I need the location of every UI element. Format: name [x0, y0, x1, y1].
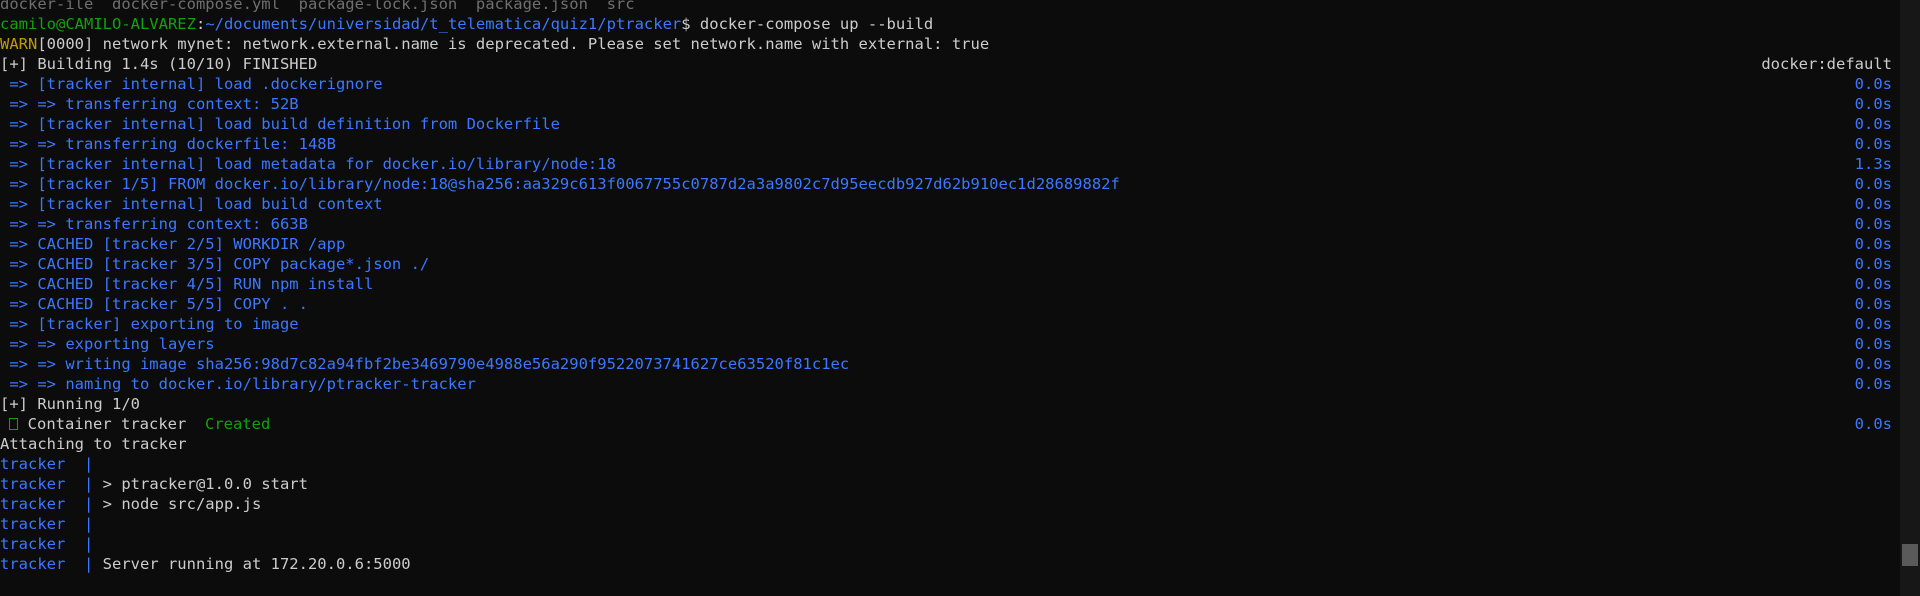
build-step-text: => CACHED [tracker 5/5] COPY . .: [0, 295, 308, 313]
build-step: => CACHED [tracker 3/5] COPY package*.js…: [0, 254, 1892, 274]
log-separator: |: [65, 475, 103, 493]
log-service: tracker: [0, 515, 66, 533]
attaching-line: Attaching to tracker: [0, 434, 1892, 454]
build-step-time: 0.0s: [1854, 255, 1892, 273]
log-message: > node src/app.js: [102, 495, 262, 513]
log-service: tracker: [0, 535, 66, 553]
log-separator: |: [65, 515, 103, 533]
attaching-text: Attaching to tracker: [0, 435, 187, 453]
build-step: => [tracker internal] load .dockerignore…: [0, 74, 1892, 94]
build-step-text: => => transferring context: 663B: [0, 215, 308, 233]
warn-message: [0000] network mynet: network.external.n…: [37, 35, 990, 53]
build-step-time: 0.0s: [1854, 375, 1892, 393]
container-line: Container tracker Created 0.0s: [0, 414, 1892, 434]
log-line: tracker |: [0, 454, 1892, 474]
running-status: [+] Running 1/0: [0, 395, 140, 413]
build-step-text: => CACHED [tracker 3/5] COPY package*.js…: [0, 255, 430, 273]
scrollbar-thumb[interactable]: [1902, 544, 1918, 566]
build-step-time: 0.0s: [1854, 315, 1892, 333]
build-step-time: 0.0s: [1854, 135, 1892, 153]
log-line: tracker | > ptracker@1.0.0 start: [0, 474, 1892, 494]
vertical-scrollbar[interactable]: [1900, 0, 1920, 596]
build-step: => => transferring dockerfile: 148B 0.0s: [0, 134, 1892, 154]
build-step: => => transferring context: 52B 0.0s: [0, 94, 1892, 114]
build-step-text: => => naming to docker.io/library/ptrack…: [0, 375, 476, 393]
build-step-text: => [tracker internal] load build context: [0, 195, 383, 213]
container-label: Container tracker: [0, 415, 205, 433]
build-step-time: 0.0s: [1854, 175, 1892, 193]
log-service: tracker: [0, 475, 66, 493]
build-step-text: => CACHED [tracker 4/5] RUN npm install: [0, 275, 374, 293]
container-name: Container tracker: [18, 415, 205, 433]
build-step-text: => => transferring dockerfile: 148B: [0, 135, 336, 153]
build-step-time: 0.0s: [1854, 95, 1892, 113]
build-step-time: 0.0s: [1854, 275, 1892, 293]
build-step-time: 0.0s: [1854, 295, 1892, 313]
log-separator: |: [65, 535, 103, 553]
warn-line: WARN[0000] network mynet: network.extern…: [0, 34, 1892, 54]
build-step: => => exporting layers 0.0s: [0, 334, 1892, 354]
log-service: tracker: [0, 495, 66, 513]
build-step-time: 0.0s: [1854, 355, 1892, 373]
build-step-time: 0.0s: [1854, 195, 1892, 213]
build-step: => [tracker internal] load metadata for …: [0, 154, 1892, 174]
log-service: tracker: [0, 455, 66, 473]
build-step: => => transferring context: 663B 0.0s: [0, 214, 1892, 234]
build-step: => CACHED [tracker 5/5] COPY . . 0.0s: [0, 294, 1892, 314]
build-step-text: => [tracker internal] load metadata for …: [0, 155, 616, 173]
build-step: => => writing image sha256:98d7c82a94fbf…: [0, 354, 1892, 374]
build-step-time: 0.0s: [1854, 75, 1892, 93]
build-step: => [tracker internal] load build definit…: [0, 114, 1892, 134]
prompt-path: ~/documents/universidad/t_telematica/qui…: [205, 15, 682, 33]
terminal-window[interactable]: docker-ile docker-compose.yml package-lo…: [0, 0, 1920, 596]
log-message: Server running at 172.20.0.6:5000: [102, 555, 411, 573]
log-separator: |: [65, 495, 103, 513]
build-step-time: 0.0s: [1854, 115, 1892, 133]
build-step-time: 1.3s: [1854, 155, 1892, 173]
log-message: > ptracker@1.0.0 start: [102, 475, 308, 493]
build-step-text: => [tracker] exporting to image: [0, 315, 299, 333]
build-step-text: => [tracker internal] load build definit…: [0, 115, 560, 133]
build-step-text: => => writing image sha256:98d7c82a94fbf…: [0, 355, 850, 373]
running-line: [+] Running 1/0: [0, 394, 1892, 414]
log-service: tracker: [0, 555, 66, 573]
container-time: 0.0s: [1854, 415, 1892, 433]
build-step: => CACHED [tracker 2/5] WORKDIR /app 0.0s: [0, 234, 1892, 254]
building-line: [+] Building 1.4s (10/10) FINISHED docker…: [0, 54, 1892, 74]
container-status: Created: [204, 415, 271, 433]
log-line: tracker |: [0, 514, 1892, 534]
build-step-text: => => exporting layers: [0, 335, 215, 353]
log-line: tracker | > node src/app.js: [0, 494, 1892, 514]
log-line: tracker |: [0, 534, 1892, 554]
prompt-user-host: camilo@CAMILO-ALVAREZ: [0, 15, 196, 33]
log-separator: |: [65, 455, 103, 473]
prompt-line: camilo@CAMILO-ALVAREZ:~/documents/univer…: [0, 14, 1892, 34]
build-step-time: 0.0s: [1854, 235, 1892, 253]
terminal-output: docker-ile docker-compose.yml package-lo…: [0, 0, 1892, 574]
build-step: => [tracker internal] load build context…: [0, 194, 1892, 214]
warn-label: WARN: [0, 35, 38, 53]
log-line: tracker | Server running at 172.20.0.6:5…: [0, 554, 1892, 574]
prompt-colon: :: [195, 15, 206, 33]
build-step: => CACHED [tracker 4/5] RUN npm install 0…: [0, 274, 1892, 294]
build-step-time: 0.0s: [1854, 335, 1892, 353]
build-step: => => naming to docker.io/library/ptrack…: [0, 374, 1892, 394]
prompt-symbol: $: [681, 15, 691, 33]
previous-output-text: docker-ile docker-compose.yml package-lo…: [0, 0, 635, 13]
build-step-text: => CACHED [tracker 2/5] WORKDIR /app: [0, 235, 346, 253]
previous-output-line: docker-ile docker-compose.yml package-lo…: [0, 0, 1892, 14]
check-icon: [9, 418, 19, 430]
build-step: => [tracker 1/5] FROM docker.io/library/…: [0, 174, 1892, 194]
build-step: => [tracker] exporting to image 0.0s: [0, 314, 1892, 334]
log-separator: |: [65, 555, 103, 573]
build-step-text: => [tracker internal] load .dockerignore: [0, 75, 383, 93]
building-status: [+] Building 1.4s (10/10) FINISHED: [0, 55, 318, 73]
build-step-text: => [tracker 1/5] FROM docker.io/library/…: [0, 175, 1120, 193]
build-step-text: => => transferring context: 52B: [0, 95, 299, 113]
build-step-time: 0.0s: [1854, 215, 1892, 233]
prompt-command: docker-compose up --build: [690, 15, 934, 33]
builder-name: docker:default: [1761, 55, 1892, 73]
